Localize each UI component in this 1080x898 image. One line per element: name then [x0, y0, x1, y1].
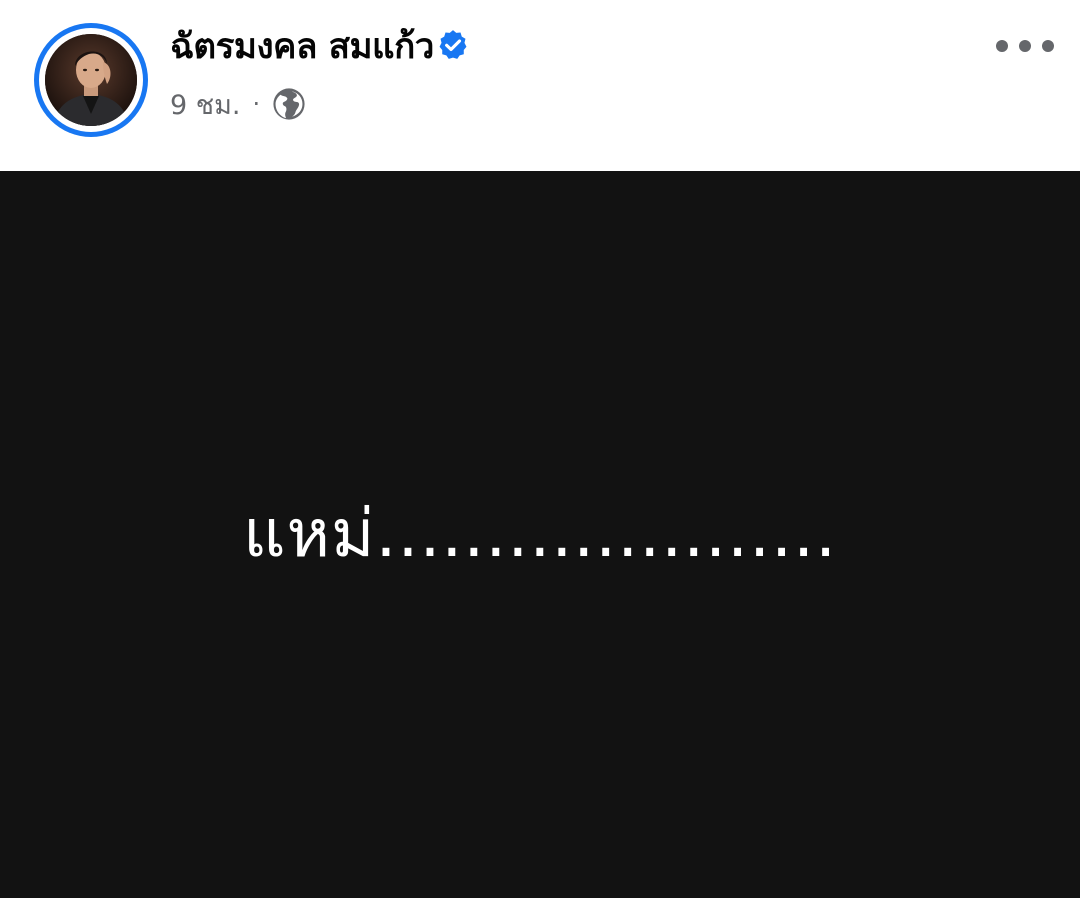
verified-badge-icon [439, 30, 467, 59]
facebook-post: ฉัตรมงคล สมแก้ว 9 ชม. · แหม่............… [0, 0, 1080, 898]
author-name-row[interactable]: ฉัตรมงคล สมแก้ว [170, 22, 470, 72]
more-options-button[interactable] [992, 28, 1058, 64]
meta-separator: · [252, 90, 261, 118]
globe-icon[interactable] [272, 87, 306, 121]
author-name[interactable]: ฉัตรมงคล สมแก้ว [170, 27, 434, 67]
more-options-icon [996, 40, 1008, 52]
profile-photo [45, 34, 137, 126]
post-header: ฉัตรมงคล สมแก้ว 9 ชม. · [0, 0, 1080, 171]
post-text: แหม่..................... [242, 495, 838, 572]
post-content-background[interactable]: แหม่..................... [0, 171, 1080, 898]
post-meta: 9 ชม. · [170, 84, 306, 124]
profile-photo-image [45, 34, 137, 126]
avatar[interactable] [34, 23, 148, 137]
post-timestamp[interactable]: 9 ชม. [170, 83, 240, 126]
